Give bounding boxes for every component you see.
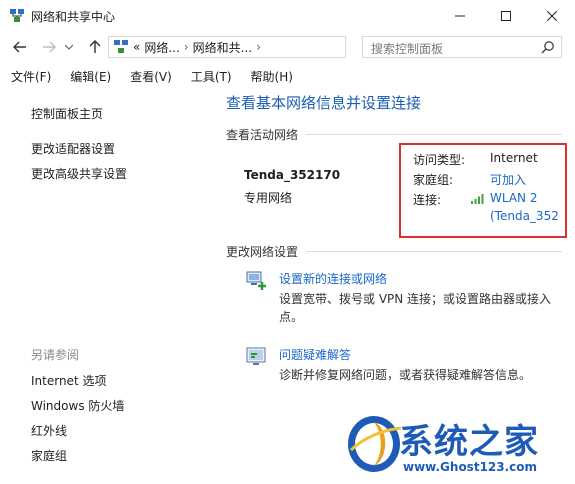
- troubleshoot-link[interactable]: 问题疑难解答: [279, 346, 351, 363]
- network-icon: [114, 40, 128, 53]
- network-center-icon: [10, 9, 24, 22]
- breadcrumb-separator-icon: ›: [256, 40, 261, 54]
- watermark-name: 系统之家: [399, 422, 539, 462]
- watermark-url: www.Ghost123.com: [403, 460, 538, 474]
- breadcrumb-network[interactable]: 网络...: [144, 39, 179, 56]
- network-name: Tenda_352170: [244, 168, 341, 182]
- infrared-link[interactable]: 红外线: [31, 422, 67, 439]
- menu-file[interactable]: 文件(F): [0, 66, 59, 88]
- homegroup-label: 家庭组:: [413, 173, 454, 187]
- homegroup-link[interactable]: 家庭组: [31, 447, 67, 464]
- menu-edit[interactable]: 编辑(E): [59, 66, 119, 88]
- access-type-value: Internet: [490, 151, 538, 165]
- menu-bar: 文件(F) 编辑(E) 查看(V) 工具(T) 帮助(H): [0, 66, 575, 88]
- up-arrow-icon: [89, 40, 101, 53]
- title-bar: 网络和共享中心: [0, 0, 575, 31]
- page-title: 查看基本网络信息并设置连接: [226, 94, 422, 112]
- breadcrumb-network-sharing[interactable]: 网络和共...: [193, 39, 252, 56]
- connection-link-ssid[interactable]: (Tenda_352: [490, 209, 560, 223]
- change-settings-label: 更改网络设置: [226, 245, 299, 259]
- menu-help[interactable]: 帮助(H): [240, 66, 301, 88]
- change-adapter-settings-link[interactable]: 更改适配器设置: [31, 140, 115, 157]
- network-type[interactable]: 专用网络: [244, 189, 292, 206]
- internet-options-link[interactable]: Internet 选项: [31, 372, 106, 389]
- address-bar[interactable]: « 网络... › 网络和共... ›: [108, 36, 445, 58]
- wifi-signal-icon: [471, 194, 484, 204]
- forward-arrow-icon: [43, 41, 56, 53]
- search-placeholder: 搜索控制面板: [371, 42, 444, 56]
- menu-tools[interactable]: 工具(T): [180, 66, 240, 88]
- forward-button[interactable]: [38, 36, 60, 58]
- divider: [306, 134, 562, 135]
- window-title: 网络和共享中心: [31, 10, 116, 24]
- address-chevron[interactable]: «: [133, 40, 140, 54]
- divider: [306, 251, 562, 252]
- homegroup-join-link[interactable]: 可加入: [490, 171, 526, 188]
- watermark-emblem-icon: [348, 416, 402, 472]
- control-panel-home-link[interactable]: 控制面板主页: [31, 105, 103, 122]
- minimize-icon: [455, 15, 465, 16]
- troubleshoot-desc: 诊断并修复网络问题，或者获得疑难解答信息。: [279, 368, 532, 382]
- recent-locations-button[interactable]: [62, 36, 76, 58]
- minimize-button[interactable]: [437, 0, 483, 31]
- windows-firewall-link[interactable]: Windows 防火墙: [31, 397, 124, 414]
- setup-new-connection-desc-cont: 点。: [279, 310, 304, 324]
- menu-view[interactable]: 查看(V): [119, 66, 180, 88]
- watermark-logo: 系统之家 www.Ghost123.com: [343, 410, 568, 480]
- maximize-button[interactable]: [483, 0, 529, 31]
- maximize-icon: [501, 10, 511, 21]
- close-icon: [547, 10, 557, 21]
- search-icon[interactable]: [541, 40, 555, 54]
- troubleshoot-icon: [246, 347, 266, 365]
- chevron-down-icon: [65, 44, 73, 50]
- close-button[interactable]: [529, 0, 575, 31]
- up-button[interactable]: [84, 36, 106, 58]
- connection-link[interactable]: WLAN 2: [490, 191, 537, 205]
- breadcrumb-separator-icon: ›: [183, 40, 189, 54]
- access-type-label: 访问类型:: [413, 153, 466, 167]
- connection-label: 连接:: [413, 193, 442, 207]
- back-arrow-icon: [13, 41, 26, 53]
- search-input[interactable]: 搜索控制面板: [362, 36, 562, 58]
- new-connection-icon: [246, 271, 266, 290]
- setup-new-connection-link[interactable]: 设置新的连接或网络: [279, 270, 387, 287]
- setup-new-connection-desc: 设置宽带、拨号或 VPN 连接；或设置路由器或接入: [279, 292, 552, 306]
- back-button[interactable]: [9, 36, 31, 58]
- active-networks-label: 查看活动网络: [226, 128, 299, 142]
- change-advanced-sharing-link[interactable]: 更改高级共享设置: [31, 165, 127, 182]
- see-also-header: 另请参阅: [31, 348, 80, 362]
